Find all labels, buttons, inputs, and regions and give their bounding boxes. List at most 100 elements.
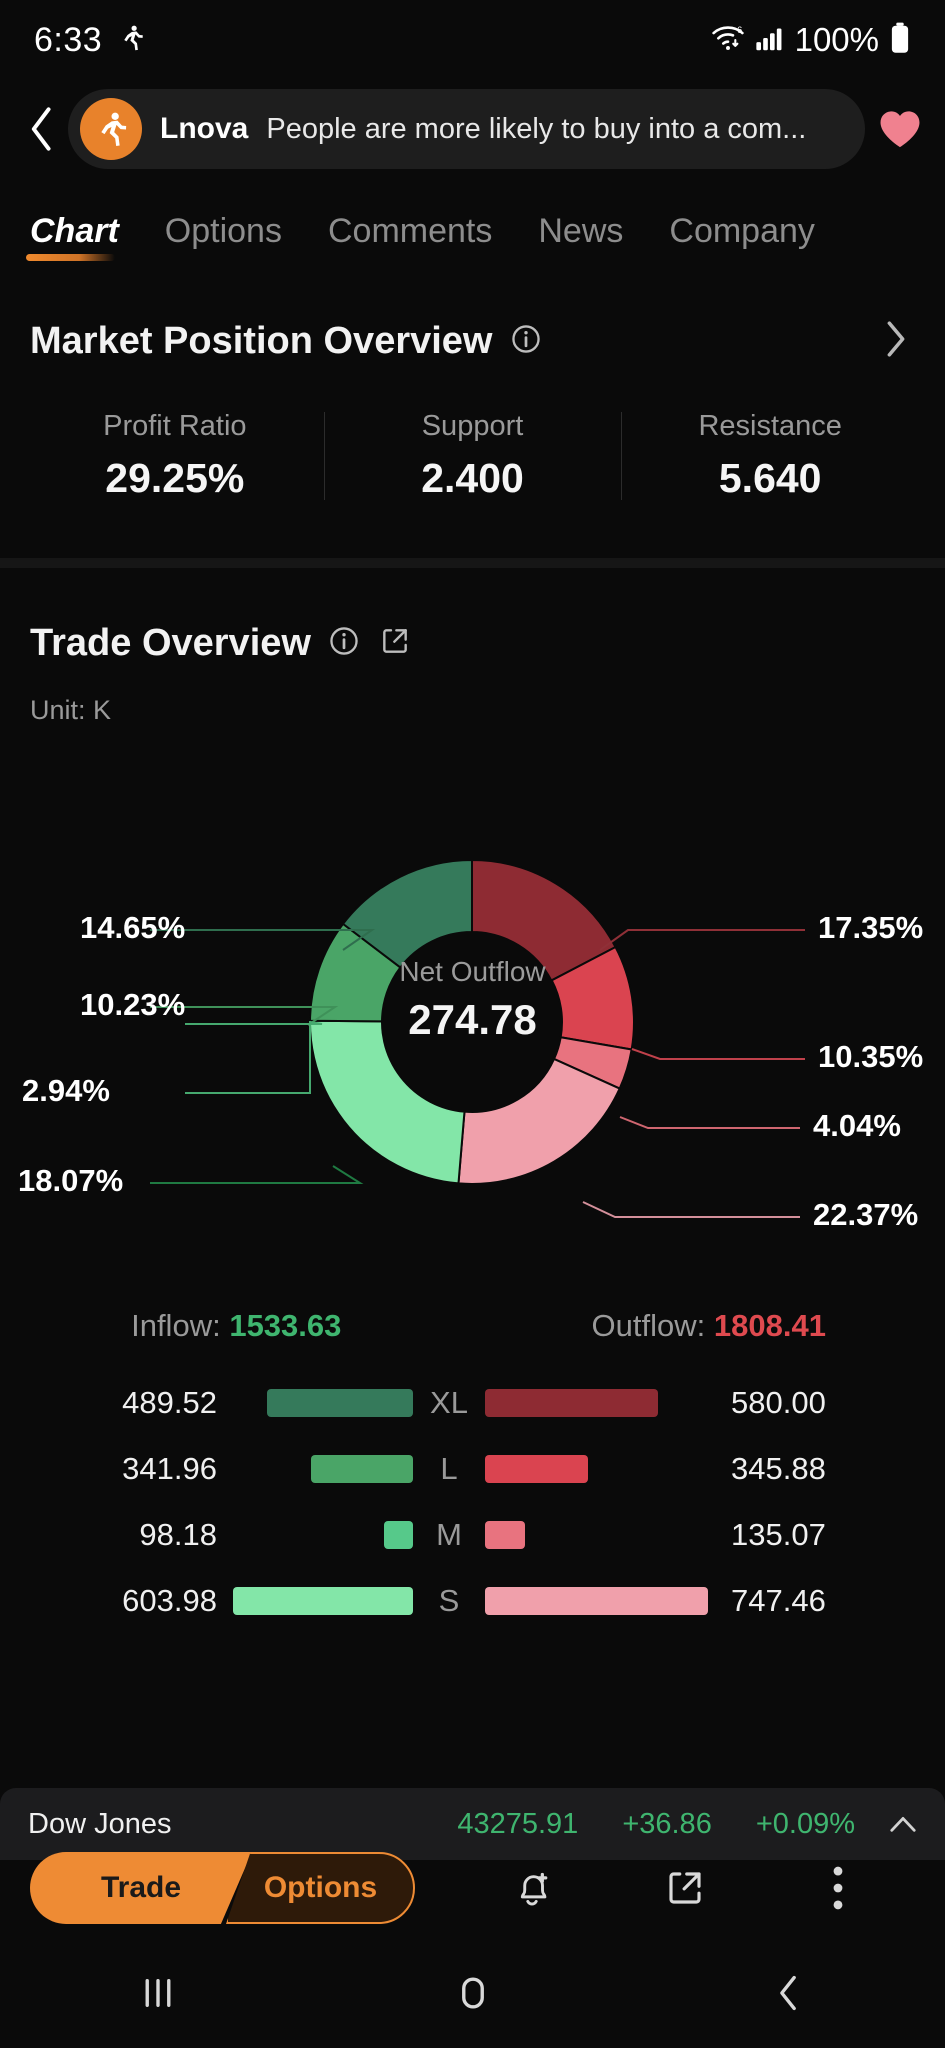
row-category: XL [430, 1385, 468, 1420]
ticker-price: 43275.91 [457, 1807, 579, 1840]
donut-slice-inflow-s [309, 992, 466, 1185]
pct-label-inflow-l: 10.23% [80, 987, 186, 1022]
row-outflow-bar-track [485, 1455, 715, 1483]
svg-text:6: 6 [737, 24, 742, 34]
chevron-right-icon[interactable] [883, 319, 909, 364]
stat-value: 29.25% [105, 455, 245, 501]
running-person-icon [116, 23, 146, 58]
pct-label-outflow-xl: 17.35% [818, 910, 924, 945]
pct-label-inflow-m: 2.94% [22, 1073, 110, 1108]
table-row: 341.96 L 345.88 [18, 1436, 927, 1502]
row-outflow-bar-track [485, 1587, 715, 1615]
flow-summary: Inflow: 1533.63 Outflow: 1808.41 [0, 1308, 945, 1344]
tab-company[interactable]: Company [669, 212, 815, 265]
row-inflow-bar-track [233, 1521, 413, 1549]
row-outflow-bar-track [485, 1389, 715, 1417]
bottom-action-bar: Trade Options [0, 1838, 945, 1938]
share-icon[interactable] [650, 1853, 720, 1923]
leader-outflow-xl [599, 929, 805, 951]
info-icon[interactable] [329, 626, 359, 661]
headline-banner[interactable]: Lnova People are more likely to buy into… [0, 80, 945, 178]
share-icon[interactable] [379, 625, 411, 662]
tab-news[interactable]: News [538, 212, 623, 265]
row-inflow-value: 603.98 [122, 1583, 217, 1618]
alarm-add-icon[interactable] [497, 1853, 567, 1923]
row-outflow-value: 345.88 [731, 1451, 826, 1486]
row-outflow-bar [485, 1389, 658, 1417]
battery-percent: 100% [794, 21, 879, 58]
row-inflow-bar [267, 1389, 413, 1417]
stat-value: 2.400 [421, 455, 524, 501]
stat-value: 5.640 [718, 455, 822, 501]
leader-inflow-m-a [185, 1021, 323, 1025]
heart-icon[interactable] [877, 108, 923, 150]
back-chevron-icon[interactable] [22, 106, 62, 152]
market-position-stats: Profit Ratio 29.25% Support 2.400 Resist… [0, 406, 945, 506]
leader-outflow-m [619, 1116, 800, 1129]
headline-text: People are more likely to buy into a com… [266, 112, 807, 145]
stat-label: Profit Ratio [103, 410, 247, 442]
ticker-change: +36.86 [622, 1807, 712, 1840]
inflow-summary: Inflow: 1533.63 [0, 1308, 473, 1344]
tab-chart[interactable]: Chart [26, 212, 119, 265]
recents-icon[interactable] [113, 1958, 203, 2028]
inflow-value: 1533.63 [229, 1308, 342, 1343]
row-category: S [438, 1583, 460, 1618]
home-icon[interactable] [428, 1958, 518, 2028]
row-inflow-bar-track [233, 1455, 413, 1483]
outflow-label: Outflow: [591, 1308, 706, 1343]
stat-profit-ratio: Profit Ratio 29.25% [26, 406, 324, 506]
back-icon[interactable] [743, 1958, 833, 2028]
stat-support: Support 2.400 [323, 406, 622, 506]
leader-inflow-m [185, 1021, 311, 1094]
trade-options-segmented-button: Trade Options [30, 1852, 415, 1924]
row-outflow-bar [485, 1521, 525, 1549]
status-bar-right: 6 100% [711, 21, 911, 59]
row-outflow-bar-track [485, 1521, 715, 1549]
leader-inflow-s [150, 1165, 364, 1184]
stat-label: Resistance [698, 410, 842, 442]
tab-options[interactable]: Options [165, 212, 282, 265]
leader-outflow-l [631, 1048, 805, 1060]
info-icon[interactable] [511, 324, 541, 359]
inflow-label: Inflow: [131, 1308, 221, 1343]
flow-comparison-bars: 489.52 XL 580.00 341.96 L 345.88 98.18 M… [0, 1370, 945, 1634]
wifi-icon: 6 [711, 23, 745, 58]
row-outflow-value: 580.00 [731, 1385, 826, 1420]
pct-label-outflow-l: 10.35% [818, 1039, 924, 1074]
pct-label-outflow-m: 4.04% [813, 1108, 901, 1143]
table-row: 489.52 XL 580.00 [18, 1370, 927, 1436]
row-category: M [436, 1517, 462, 1552]
headline-pill[interactable]: Lnova People are more likely to buy into… [68, 89, 865, 169]
stat-resistance: Resistance 5.640 [621, 406, 919, 506]
tab-comments[interactable]: Comments [328, 212, 492, 265]
pct-label-inflow-xl: 14.65% [80, 910, 186, 945]
status-bar-left: 6:33 [34, 21, 146, 60]
table-row: 98.18 M 135.07 [18, 1502, 927, 1568]
row-inflow-bar-track [233, 1389, 413, 1417]
trade-button[interactable]: Trade [30, 1852, 252, 1924]
row-inflow-value: 341.96 [122, 1451, 217, 1486]
headline-author: Lnova [160, 112, 249, 145]
trade-overview-actions [329, 625, 411, 662]
leader-outflow-s [582, 1201, 800, 1218]
options-button[interactable]: Options [226, 1852, 415, 1924]
outflow-summary: Outflow: 1808.41 [473, 1308, 945, 1344]
row-inflow-value: 98.18 [139, 1517, 217, 1552]
row-outflow-value: 747.46 [731, 1583, 826, 1618]
app-screen: 6:33 6 100% Lnova People are more likely… [0, 0, 945, 2048]
row-inflow-bar [384, 1521, 413, 1549]
battery-icon [889, 22, 911, 59]
status-time: 6:33 [34, 20, 103, 59]
trade-overview-header: Trade Overview [0, 568, 945, 665]
row-category: L [440, 1451, 458, 1486]
row-outflow-bar [485, 1587, 708, 1615]
market-position-header: Market Position Overview [0, 265, 945, 364]
market-position-info[interactable] [511, 324, 541, 359]
ticker-name: Dow Jones [28, 1807, 172, 1840]
more-vertical-icon[interactable] [803, 1853, 873, 1923]
chevron-up-icon[interactable] [889, 1814, 917, 1834]
trade-donut-chart: Net Outflow 274.78 14.65% 10.23% 2.94% 1… [0, 732, 945, 1292]
cellular-signal-icon [755, 24, 785, 57]
android-nav-bar [0, 1938, 945, 2048]
